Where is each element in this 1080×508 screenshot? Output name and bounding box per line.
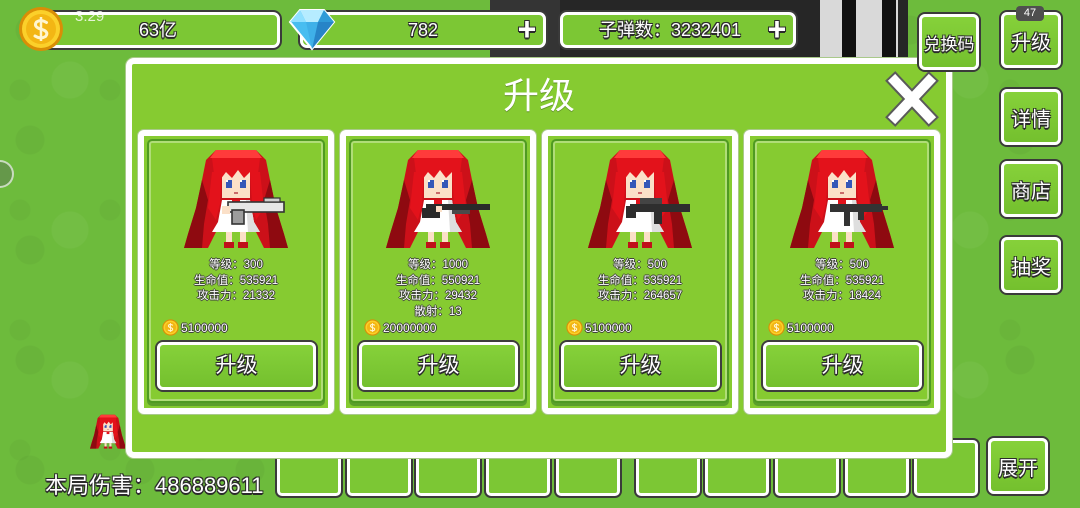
upgrade-card: 等级：500 生命值：535921 攻击力：18424 5100000 升级 (744, 130, 940, 414)
upgrade-button[interactable]: 升级 (359, 342, 518, 390)
bullet-counter: 子弹数：3232401 + (560, 12, 796, 48)
dialog-title: 升级 (502, 75, 575, 116)
gunner-smg-sprite (790, 150, 894, 248)
card-stats: 等级：500 生命值：535921 攻击力：18424 (750, 258, 934, 305)
coin-icon (162, 319, 179, 336)
upgrade-card: 等级：300 生命值：535921 攻击力：21332 5100000 升级 (138, 130, 334, 414)
player-character-sprite (90, 414, 126, 449)
game-screen: 3:29 63亿 782 + 子弹数：3232401 + 兑换码 升级 47 详… (0, 0, 1080, 508)
stat-line: 攻击力：264657 (597, 290, 683, 302)
upgrade-button[interactable]: 升级 (561, 342, 720, 390)
card-stats: 等级：1000 生命值：550921 攻击力：29432 散射：13 (346, 258, 530, 320)
stat-line: 生命值：535921 (597, 274, 683, 287)
road-block (882, 0, 896, 58)
upgrade-cost: 5100000 (181, 321, 228, 335)
round-damage-label: 本局伤害：486889611 (45, 473, 264, 498)
lottery-button[interactable]: 抽奖 (1001, 237, 1061, 293)
bullet-value: 子弹数：3232401 (598, 20, 742, 40)
add-bullets-button[interactable]: + (765, 13, 789, 45)
diamond-value: 782 (407, 20, 439, 40)
joystick-edge[interactable] (0, 160, 14, 188)
upgrade-cost: 20000000 (383, 321, 437, 335)
coin-icon (768, 319, 785, 336)
status-time: 3:29 (75, 8, 105, 25)
close-icon[interactable] (884, 70, 940, 128)
stat-line: 等级：500 (613, 259, 667, 271)
stat-line: 等级：300 (209, 259, 263, 271)
road-block (842, 0, 856, 58)
stat-line: 散射：13 (414, 305, 462, 318)
upgrade-button[interactable]: 升级 (763, 342, 922, 390)
gunner-shotgun-sprite (386, 150, 490, 248)
stat-line: 攻击力：18424 (803, 290, 881, 302)
gunner-pistol-sprite (184, 150, 288, 248)
card-stats: 等级：300 生命值：535921 攻击力：21332 (144, 258, 328, 305)
stat-line: 生命值：550921 (395, 274, 481, 287)
stat-line: 等级：500 (815, 259, 869, 271)
coin-icon (364, 319, 381, 336)
upgrade-card: 等级：1000 生命值：550921 攻击力：29432 散射：13 20000… (340, 130, 536, 414)
diamond-counter: 782 + (300, 12, 546, 48)
stat-line: 生命值：535921 (799, 274, 885, 287)
upgrade-dialog: 升级 等级：300 生命值：535921 攻击力：21332 5100000 升… (126, 58, 952, 458)
upgrade-cost: 5100000 (585, 321, 632, 335)
shop-button[interactable]: 商店 (1001, 161, 1061, 217)
redeem-code-button[interactable]: 兑换码 (919, 14, 979, 70)
add-diamond-button[interactable]: + (515, 13, 539, 45)
diamond-icon (289, 9, 335, 50)
stat-line: 生命值：535921 (193, 274, 279, 287)
upgrade-cost: 5100000 (787, 321, 834, 335)
stat-line: 攻击力：21332 (197, 290, 275, 302)
upgrade-card: 等级：500 生命值：535921 攻击力：264657 5100000 升级 (542, 130, 738, 414)
expand-button[interactable]: 展开 (988, 438, 1048, 494)
details-button[interactable]: 详情 (1001, 89, 1061, 145)
gunner-rifle-sprite (588, 150, 692, 248)
coin-icon (566, 319, 583, 336)
stat-line: 攻击力：29432 (399, 290, 477, 302)
upgrade-badge: 47 (1016, 6, 1044, 21)
upgrade-button[interactable]: 升级 (157, 342, 316, 390)
gold-coin-icon (18, 6, 64, 52)
gold-counter: 63亿 (36, 12, 280, 48)
stat-line: 等级：1000 (407, 259, 469, 271)
card-stats: 等级：500 生命值：535921 攻击力：264657 (548, 258, 732, 305)
